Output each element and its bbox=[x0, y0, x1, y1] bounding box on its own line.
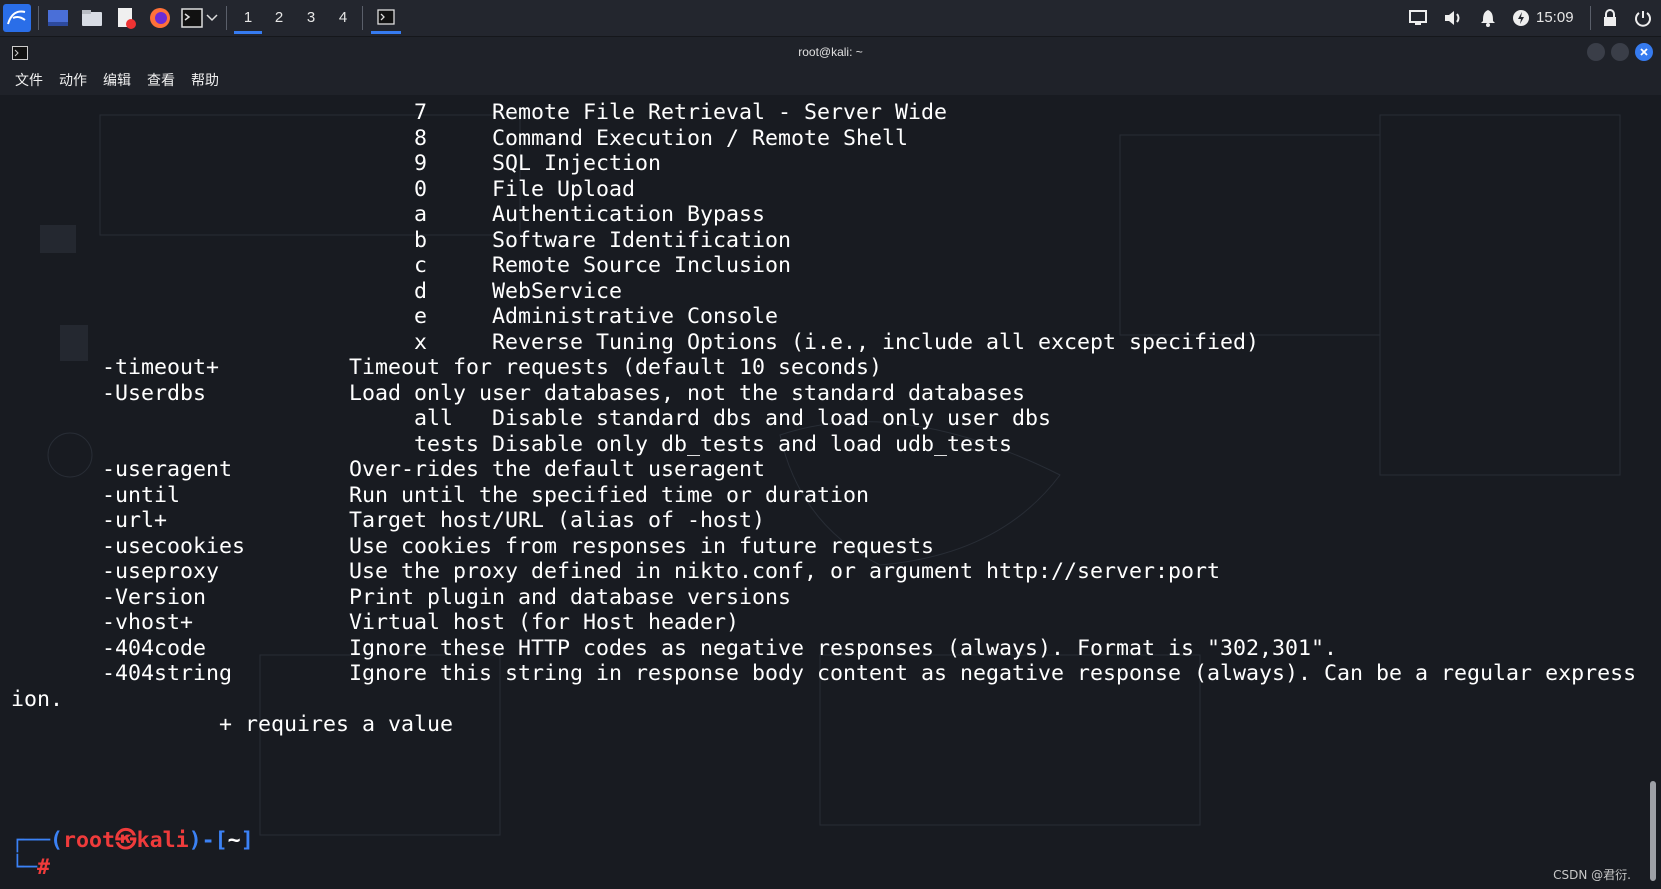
prompt-dir: ~ bbox=[227, 828, 241, 853]
volume-icon[interactable] bbox=[1443, 8, 1463, 28]
terminal-line: -useragent Over-rides the default userag… bbox=[11, 457, 766, 482]
terminal-line: x Reverse Tuning Options (i.e., include … bbox=[11, 329, 1260, 355]
prompt-bracket-end: ] bbox=[240, 828, 254, 853]
menu-view[interactable]: 查看 bbox=[147, 67, 175, 95]
firefox-icon[interactable] bbox=[148, 6, 172, 30]
terminal-line: -timeout+ Timeout for requests (default … bbox=[11, 355, 883, 380]
file-manager-icon[interactable] bbox=[80, 6, 104, 30]
prompt-user: root bbox=[63, 828, 116, 853]
prompt-corner-bottom: └─ bbox=[11, 855, 38, 880]
show-desktop-icon[interactable] bbox=[46, 6, 70, 30]
terminal-line: e Administrative Console bbox=[11, 304, 779, 329]
menu-help[interactable]: 帮助 bbox=[191, 67, 219, 95]
terminal-line: tests Disable only db_tests and load udb… bbox=[11, 431, 1013, 457]
terminal-line: ion. bbox=[11, 686, 64, 712]
clock[interactable]: 15:09 bbox=[1536, 0, 1574, 36]
prompt-corner-top: ┌──( bbox=[11, 828, 64, 853]
terminal-line: -url+ Target host/URL (alias of -host) bbox=[11, 508, 766, 533]
terminal-line: b Software Identification bbox=[11, 227, 792, 253]
terminal-line: 0 File Upload bbox=[11, 176, 636, 202]
menu-action[interactable]: 动作 bbox=[59, 67, 87, 95]
notification-bell-icon[interactable] bbox=[1478, 8, 1498, 28]
panel-separator bbox=[226, 6, 227, 30]
prompt-skull-icon: ㉿ bbox=[115, 828, 137, 853]
scrollbar[interactable] bbox=[1650, 781, 1656, 881]
prompt-hash: # bbox=[37, 855, 51, 880]
lock-icon[interactable] bbox=[1600, 8, 1620, 28]
taskbar-terminal-window[interactable] bbox=[370, 0, 402, 36]
terminal-line: + requires a value bbox=[11, 712, 454, 737]
watermark: CSDN @君衍. bbox=[1553, 868, 1631, 882]
minimize-button[interactable] bbox=[1587, 43, 1605, 61]
terminal-line: -404string Ignore this string in respons… bbox=[11, 661, 1637, 686]
terminal-line: -Version Print plugin and database versi… bbox=[11, 584, 792, 610]
display-icon[interactable] bbox=[1408, 8, 1428, 28]
menu-bar: 文件 动作 编辑 查看 帮助 bbox=[0, 67, 1661, 95]
menu-edit[interactable]: 编辑 bbox=[103, 67, 131, 95]
terminal-line: -useproxy Use the proxy defined in nikto… bbox=[11, 559, 1221, 584]
terminal-line: 7 Remote File Retrieval - Server Wide bbox=[11, 100, 948, 125]
workspace-2[interactable]: 2 bbox=[264, 0, 294, 36]
terminal-line: -Userdbs Load only user databases, not t… bbox=[11, 380, 1026, 406]
maximize-button[interactable] bbox=[1611, 43, 1629, 61]
power-icon[interactable] bbox=[1511, 8, 1531, 28]
kali-menu-icon[interactable] bbox=[3, 4, 31, 32]
terminal-line: 8 Command Execution / Remote Shell bbox=[11, 125, 909, 151]
logout-icon[interactable] bbox=[1633, 8, 1653, 28]
prompt-line-1: ┌──(root㉿kali)-[~] bbox=[11, 827, 254, 854]
terminal-line: -until Run until the specified time or d… bbox=[11, 482, 870, 508]
terminal-line: all Disable standard dbs and load only u… bbox=[11, 406, 1052, 431]
chevron-down-icon[interactable] bbox=[204, 6, 220, 30]
terminal-line: d WebService bbox=[11, 278, 623, 304]
terminal-line: 9 SQL Injection bbox=[11, 151, 662, 176]
terminal-line: c Remote Source Inclusion bbox=[11, 253, 792, 278]
prompt-bracket: )-[ bbox=[188, 828, 228, 853]
terminal-output[interactable]: 7 Remote File Retrieval - Server Wide 8 … bbox=[0, 95, 1661, 889]
panel-separator bbox=[1590, 6, 1591, 30]
top-panel: 1 2 3 4 15:09 bbox=[0, 0, 1661, 37]
window-title: root@kali: ~ bbox=[798, 45, 863, 59]
prompt-host: kali bbox=[136, 828, 189, 853]
terminal-line: -404code Ignore these HTTP codes as nega… bbox=[11, 635, 1338, 661]
workspace-4[interactable]: 4 bbox=[328, 0, 358, 36]
terminal-launcher-icon[interactable] bbox=[180, 6, 204, 30]
workspace-1[interactable]: 1 bbox=[233, 0, 263, 36]
terminal-line: -usecookies Use cookies from responses i… bbox=[11, 533, 935, 559]
terminal-window: root@kali: ~ 文件 动作 编辑 查看 帮助 7 Remote Fil… bbox=[0, 37, 1661, 889]
close-button[interactable] bbox=[1635, 43, 1653, 61]
prompt-line-2[interactable]: └─# bbox=[11, 854, 50, 881]
menu-file[interactable]: 文件 bbox=[15, 67, 43, 95]
text-editor-icon[interactable] bbox=[114, 6, 138, 30]
workspace-3[interactable]: 3 bbox=[296, 0, 326, 36]
panel-separator bbox=[38, 6, 39, 30]
terminal-line: a Authentication Bypass bbox=[11, 202, 766, 227]
title-bar[interactable]: root@kali: ~ bbox=[0, 37, 1661, 67]
panel-separator bbox=[362, 6, 363, 30]
terminal-line: -vhost+ Virtual host (for Host header) bbox=[11, 610, 740, 635]
